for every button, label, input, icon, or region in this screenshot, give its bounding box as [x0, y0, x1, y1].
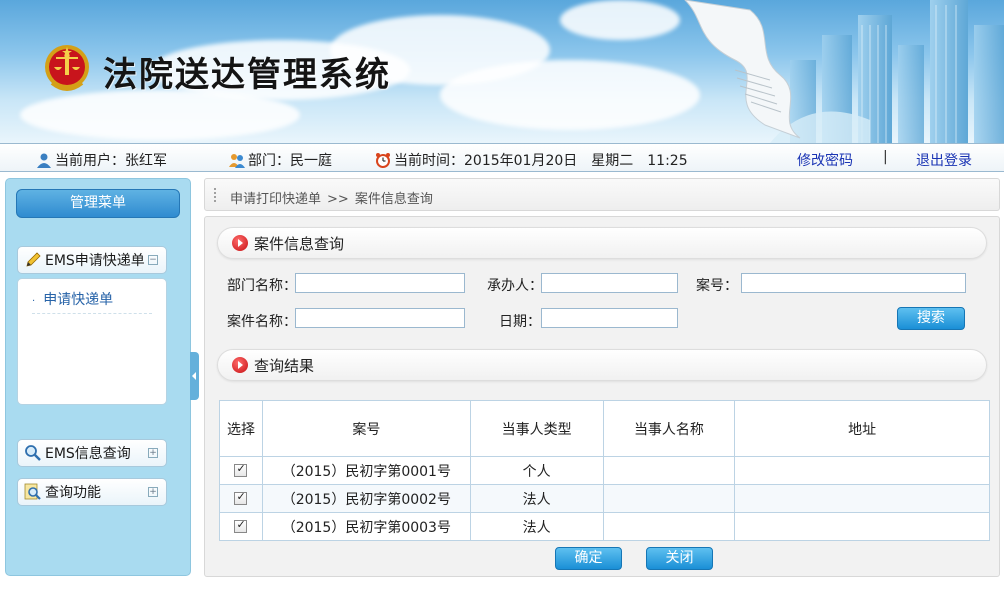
- banner-cloud: [20, 90, 300, 140]
- results-section-header: 查询结果: [217, 349, 987, 381]
- breadcrumb-current: 案件信息查询: [354, 192, 433, 207]
- breadcrumb-text: 申请打印快递单 >> 案件信息查询: [230, 188, 433, 207]
- current-time: 当前时间：2015年01月20日 星期二 11:25: [375, 150, 688, 170]
- breadcrumb: 申请打印快递单 >> 案件信息查询: [204, 178, 1000, 211]
- expand-toggle-icon[interactable]: +: [148, 448, 158, 458]
- case-name-input[interactable]: [295, 308, 465, 328]
- party-type-cell: 法人: [469, 484, 604, 513]
- party-type-cell: 个人: [469, 456, 604, 485]
- menu-group-label: EMS信息查询: [45, 446, 131, 462]
- expand-toggle-icon[interactable]: +: [148, 487, 158, 497]
- current-user-label: 当前用户：张红军: [55, 153, 167, 169]
- case-no-label: 案号：: [696, 278, 738, 294]
- row-checkbox[interactable]: [234, 490, 248, 505]
- row-checkbox[interactable]: [234, 462, 248, 477]
- change-password-link[interactable]: 修改密码: [797, 150, 853, 170]
- banner-cloud: [560, 0, 680, 40]
- table-header-row: 选择 案号 当事人类型 当事人名称 地址: [219, 400, 990, 457]
- dept-input[interactable]: [295, 273, 465, 293]
- sidebar-item-label: 申请快递单: [43, 292, 114, 308]
- breadcrumb-separator: >>: [327, 192, 349, 207]
- case-no-input[interactable]: [741, 273, 966, 293]
- address-cell: [734, 484, 990, 513]
- pencil-icon: [26, 252, 41, 267]
- search-section-header: 案件信息查询: [217, 227, 987, 259]
- grip-icon: [213, 187, 217, 203]
- user-icon: [37, 153, 51, 168]
- sidebar-collapse-handle[interactable]: [190, 352, 199, 400]
- search-button[interactable]: 搜索: [897, 307, 965, 330]
- party-name-cell: [602, 484, 736, 513]
- table-row[interactable]: （2015）民初字第0003号 法人: [219, 512, 990, 541]
- court-emblem-icon: [45, 45, 89, 91]
- handler-label: 承办人：: [487, 278, 543, 294]
- department-icon: [229, 154, 245, 168]
- submenu-panel: · 申请快递单: [17, 278, 167, 405]
- select-cell: [219, 484, 263, 513]
- department-label: 部门：民一庭: [248, 153, 332, 169]
- party-type-cell: 法人: [469, 512, 604, 541]
- menu-group-ems-apply[interactable]: EMS申请快递单 −: [17, 246, 167, 274]
- column-header-party-type: 当事人类型: [469, 400, 604, 457]
- handler-input[interactable]: [541, 273, 678, 293]
- header-banner: 法院送达管理系统: [0, 0, 1004, 143]
- bullet-icon: ·: [32, 296, 36, 307]
- table-row[interactable]: （2015）民初字第0002号 法人: [219, 484, 990, 513]
- main-panel: 案件信息查询 部门名称： 承办人： 案号： 案件名称： 日期： 搜索 查询结果 …: [204, 216, 1000, 577]
- user-info-bar: 当前用户：张红军 部门：民一庭 当前时间：2015年01月20日 星期二 11:…: [0, 143, 1004, 172]
- close-button[interactable]: 关闭: [646, 547, 713, 570]
- section-arrow-icon: [232, 357, 248, 373]
- date-input[interactable]: [541, 308, 678, 328]
- case-name-label: 案件名称：: [227, 314, 297, 330]
- menu-group-query-functions[interactable]: 查询功能 +: [17, 478, 167, 506]
- collapse-toggle-icon[interactable]: −: [148, 255, 158, 265]
- column-header-case-no: 案号: [261, 400, 471, 457]
- menu-group-label: EMS申请快递单: [45, 253, 145, 269]
- address-cell: [734, 512, 990, 541]
- results-table: 选择 案号 当事人类型 当事人名称 地址 （2015）民初字第0001号 个人 …: [219, 400, 990, 541]
- paper-scroll-illustration: [684, 0, 801, 139]
- party-name-cell: [602, 512, 736, 541]
- nav-separator: |: [883, 149, 888, 165]
- date-label: 日期：: [499, 314, 541, 330]
- party-name-cell: [602, 456, 736, 485]
- banner-cloud: [440, 60, 700, 130]
- menu-group-label: 查询功能: [45, 485, 101, 501]
- search-doc-icon: [24, 483, 41, 500]
- column-header-party-name: 当事人名称: [602, 400, 736, 457]
- menu-title: 管理菜单: [16, 189, 180, 218]
- search-section-title: 案件信息查询: [254, 234, 345, 253]
- table-row[interactable]: （2015）民初字第0001号 个人: [219, 456, 990, 485]
- case-no-cell: （2015）民初字第0001号: [261, 456, 471, 485]
- case-no-cell: （2015）民初字第0002号: [261, 484, 471, 513]
- results-section-title: 查询结果: [254, 356, 315, 375]
- breadcrumb-parent[interactable]: 申请打印快递单: [230, 192, 321, 207]
- current-time-label: 当前时间：2015年01月20日 星期二 11:25: [394, 153, 688, 169]
- column-header-select: 选择: [219, 400, 263, 457]
- select-cell: [219, 456, 263, 485]
- magnifier-icon: [25, 445, 41, 461]
- department: 部门：民一庭: [229, 150, 332, 170]
- select-cell: [219, 512, 263, 541]
- confirm-button[interactable]: 确定: [555, 547, 622, 570]
- sidebar: 管理菜单 EMS申请快递单 − · 申请快递单 EMS信息查询 + 查询功能 +: [5, 178, 191, 576]
- row-checkbox[interactable]: [234, 518, 248, 533]
- column-header-address: 地址: [734, 400, 990, 457]
- menu-group-ems-query[interactable]: EMS信息查询 +: [17, 439, 167, 467]
- address-cell: [734, 456, 990, 485]
- logout-link[interactable]: 退出登录: [916, 150, 972, 170]
- alarm-clock-icon: [376, 153, 390, 168]
- current-user: 当前用户：张红军: [36, 150, 167, 170]
- dept-label: 部门名称：: [227, 278, 297, 294]
- section-arrow-icon: [232, 235, 248, 251]
- case-no-cell: （2015）民初字第0003号: [261, 512, 471, 541]
- sidebar-item-apply-express[interactable]: · 申请快递单: [32, 289, 152, 314]
- app-title: 法院送达管理系统: [103, 55, 391, 95]
